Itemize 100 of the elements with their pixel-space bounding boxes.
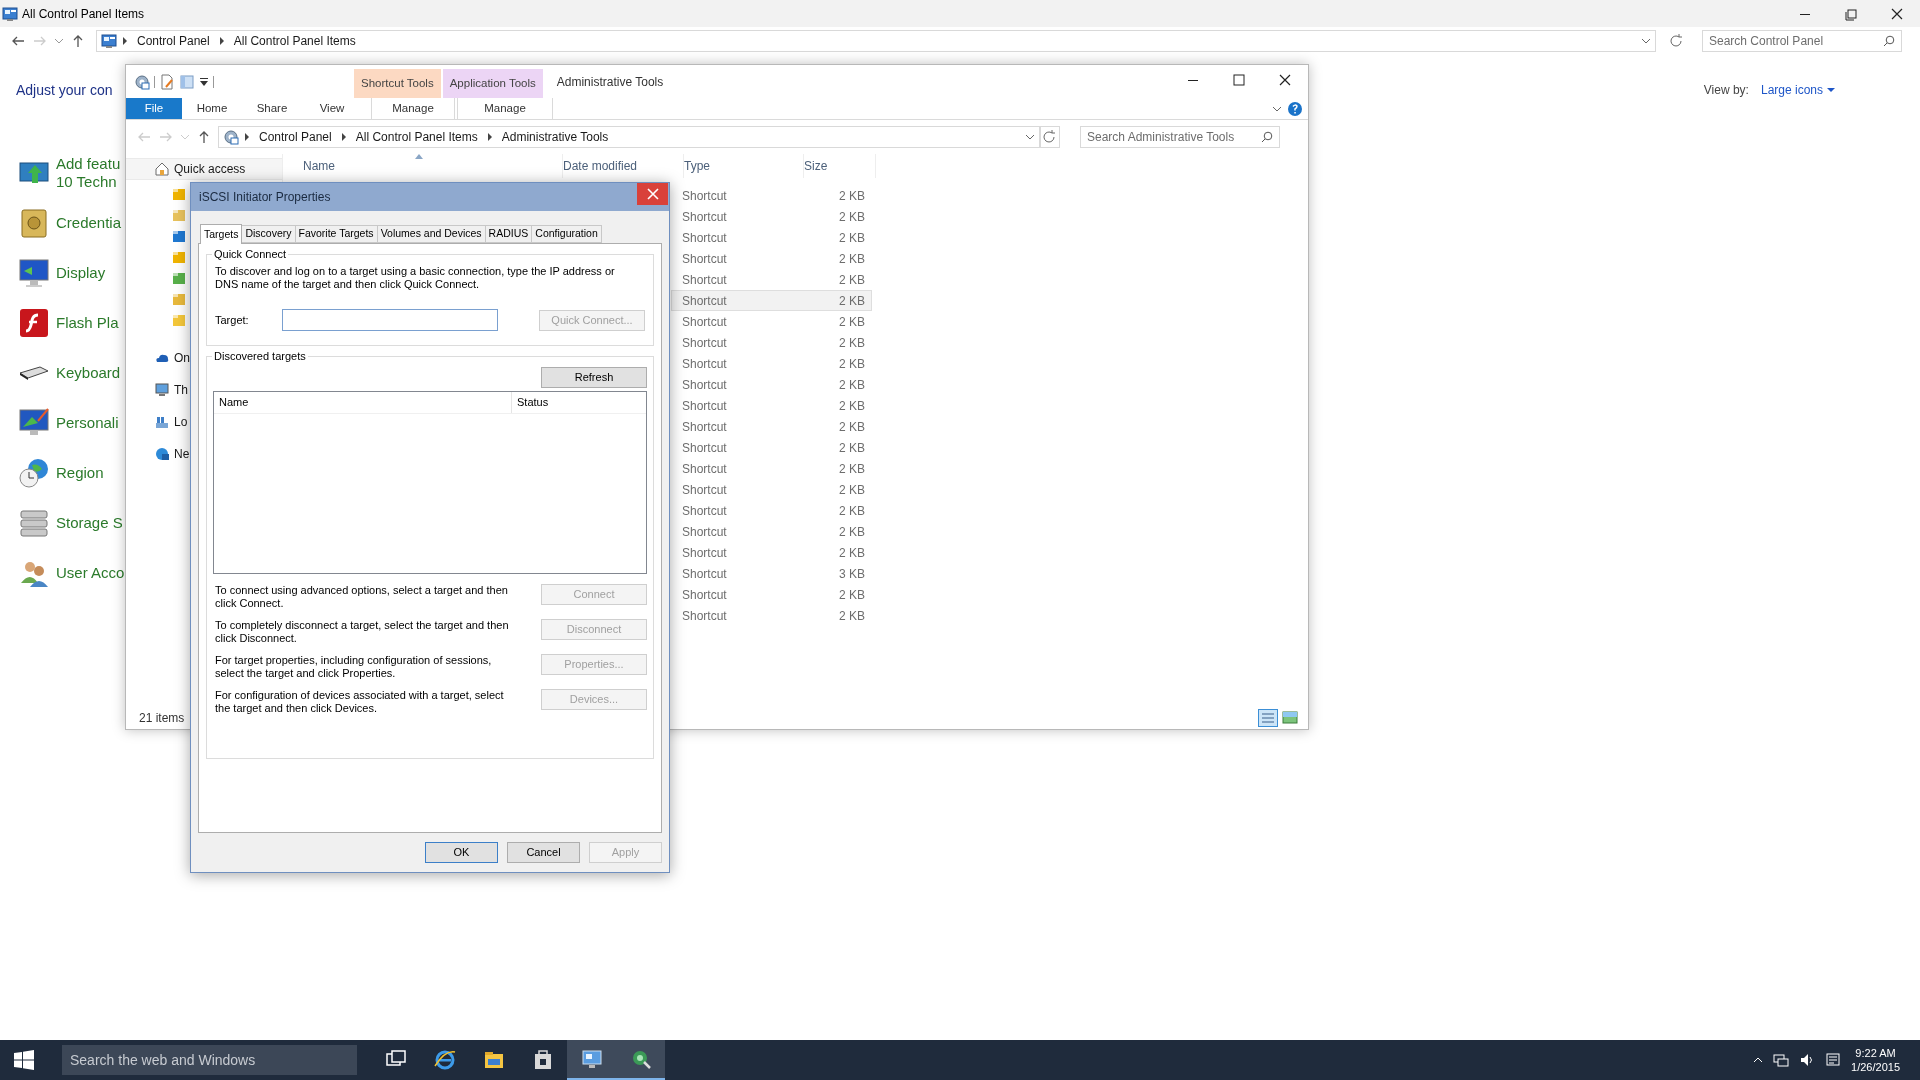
control-panel-item-link[interactable]: Keyboard	[56, 364, 121, 382]
table-row[interactable]: Shortcut 2 KB	[671, 416, 872, 437]
table-row[interactable]: Shortcut 2 KB	[671, 290, 872, 311]
column-header[interactable]: Name	[214, 392, 512, 413]
control-panel-item-link[interactable]: Add featu 10 Techn	[56, 155, 121, 191]
button[interactable]: Cancel	[507, 842, 580, 863]
folder-icon[interactable]	[173, 251, 185, 264]
table-row[interactable]: Shortcut 2 KB	[671, 248, 872, 269]
tab[interactable]: Configuration	[531, 225, 602, 243]
button[interactable]: OK	[425, 842, 498, 863]
home-icon	[154, 161, 170, 177]
taskbar-app-button[interactable]	[616, 1040, 665, 1080]
table-row[interactable]: Shortcut 2 KB	[671, 206, 872, 227]
column-header[interactable]: Size	[804, 157, 828, 175]
table-cell-text: Shortcut	[681, 271, 728, 289]
table-cell-text: Shortcut	[681, 565, 728, 583]
details-view-icon[interactable]	[1258, 709, 1278, 727]
large-icons-view-icon[interactable]	[1280, 709, 1300, 727]
table-row[interactable]: Shortcut 2 KB	[671, 311, 872, 332]
table-row[interactable]: Shortcut 2 KB	[671, 227, 872, 248]
table-row[interactable]: Shortcut 2 KB	[671, 374, 872, 395]
search-field[interactable]: Search the web and Windows	[62, 1045, 357, 1075]
breadcrumb-item[interactable]: Control Panel	[137, 31, 210, 50]
control-panel-item-link[interactable]: Credentia	[56, 214, 122, 232]
description-text: To connect using advanced options, select a target and then click Connect.	[214, 584, 509, 610]
folder-icon[interactable]	[173, 188, 185, 201]
table-cell-text: 2 KB	[838, 250, 866, 268]
address-bar[interactable]: Control Panel All Control Panel Items	[96, 29, 1656, 52]
tab[interactable]: RADIUS	[484, 225, 533, 243]
column-header[interactable]: Type	[684, 157, 710, 175]
chevron-icon	[243, 132, 251, 142]
tab[interactable]: Targets	[200, 224, 243, 244]
breadcrumb-item[interactable]: Administrative Tools	[501, 128, 609, 146]
breadcrumb-item[interactable]: All Control Panel Items	[233, 31, 356, 50]
folder-icon[interactable]	[173, 272, 185, 285]
folder-icon[interactable]	[173, 293, 185, 306]
description-text: To discover and log on to a target using a basic connection, type the IP address or DNS name of the target and then click Quick Connect.	[215, 265, 616, 291]
table-row[interactable]: Shortcut 3 KB	[671, 563, 872, 584]
control-panel-item-link[interactable]: User Acco	[56, 564, 125, 582]
table-row[interactable]: Shortcut 2 KB	[671, 605, 872, 626]
refresh-icon[interactable]	[1040, 126, 1060, 148]
table-row[interactable]: Shortcut 2 KB	[671, 269, 872, 290]
breadcrumb-item[interactable]: All Control Panel Items	[355, 128, 478, 146]
control-panel-item-link[interactable]: Flash Pla	[56, 314, 119, 332]
control-panel-item-link[interactable]: Display	[56, 264, 106, 282]
ribbon-tab[interactable]: Manage	[371, 98, 455, 119]
description-text: For target properties, including configuration of sessions, select the target and click Properties.	[214, 654, 493, 680]
taskbar-app-button[interactable]	[567, 1040, 616, 1080]
control-panel-item-link[interactable]: Region	[56, 464, 104, 482]
tab[interactable]: Volumes and Devices	[376, 225, 486, 243]
show-hidden-icons-icon[interactable]	[1753, 1055, 1764, 1065]
table-cell-text: Shortcut	[681, 439, 728, 457]
view-by-dropdown[interactable]: Large icons	[1760, 81, 1835, 99]
table-row[interactable]: Shortcut 2 KB	[671, 353, 872, 374]
table-row[interactable]: Shortcut 2 KB	[671, 395, 872, 416]
properties-icon[interactable]	[134, 73, 150, 90]
breadcrumb-item[interactable]: Control Panel	[259, 128, 332, 146]
table-cell-text: Shortcut	[681, 334, 728, 352]
search-field[interactable]: Search Control Panel	[1702, 29, 1902, 52]
control-panel-item-link[interactable]: Personali	[56, 414, 119, 432]
table-row[interactable]: Shortcut 2 KB	[671, 332, 872, 353]
table-row[interactable]: Shortcut 2 KB	[671, 458, 872, 479]
clock[interactable]: 9:22 AM 1/26/2015	[1851, 1046, 1900, 1074]
nav-item[interactable]: Th	[174, 381, 188, 399]
search-field[interactable]: Search Administrative Tools	[1080, 126, 1280, 148]
action-center-icon[interactable]	[1825, 1052, 1842, 1068]
table-row[interactable]: Shortcut 2 KB	[671, 584, 872, 605]
target-input[interactable]	[282, 309, 498, 331]
dropdown-caret-icon[interactable]	[1025, 132, 1035, 142]
customize-caret-icon[interactable]	[199, 75, 209, 88]
table-cell-text: 2 KB	[838, 376, 866, 394]
table-row[interactable]: Shortcut 2 KB	[671, 542, 872, 563]
table-row[interactable]: Shortcut 2 KB	[671, 437, 872, 458]
nav-item[interactable]: On	[174, 349, 190, 367]
column-header[interactable]: Name	[303, 157, 335, 175]
table-cell-text: 2 KB	[838, 460, 866, 478]
table-row[interactable]: Shortcut 2 KB	[671, 500, 872, 521]
nav-item[interactable]: Ne	[174, 445, 190, 463]
ribbon-tab[interactable]: File	[126, 98, 182, 119]
table-row[interactable]: Shortcut 2 KB	[671, 521, 872, 542]
column-header[interactable]: Date modified	[563, 157, 638, 175]
ribbon-tab[interactable]: Manage	[457, 98, 553, 119]
tab[interactable]: Discovery	[241, 225, 296, 243]
column-header[interactable]: Status	[512, 392, 646, 413]
ribbon-tab[interactable]: Share	[242, 98, 302, 119]
nav-item[interactable]: Lo	[174, 413, 188, 431]
close-button[interactable]	[637, 183, 668, 205]
chevron-icon	[485, 132, 494, 142]
table-row[interactable]: Shortcut 2 KB	[671, 185, 872, 206]
dialog-title: iSCSI Initiator Properties	[199, 189, 332, 206]
address-bar[interactable]: Control Panel All Control Panel Items Administrative Tools	[218, 126, 1040, 148]
table-row[interactable]: Shortcut 2 KB	[671, 479, 872, 500]
ribbon-tab[interactable]: View	[302, 98, 362, 119]
network-icon[interactable]	[1773, 1052, 1790, 1068]
folder-icon[interactable]	[173, 230, 185, 243]
tab[interactable]: Favorite Targets	[294, 225, 378, 243]
ribbon-tab[interactable]: Home	[182, 98, 242, 119]
button[interactable]: Refresh	[541, 367, 647, 388]
edit-document-icon[interactable]	[159, 73, 175, 90]
control-panel-item-link[interactable]: Storage S	[56, 514, 123, 532]
